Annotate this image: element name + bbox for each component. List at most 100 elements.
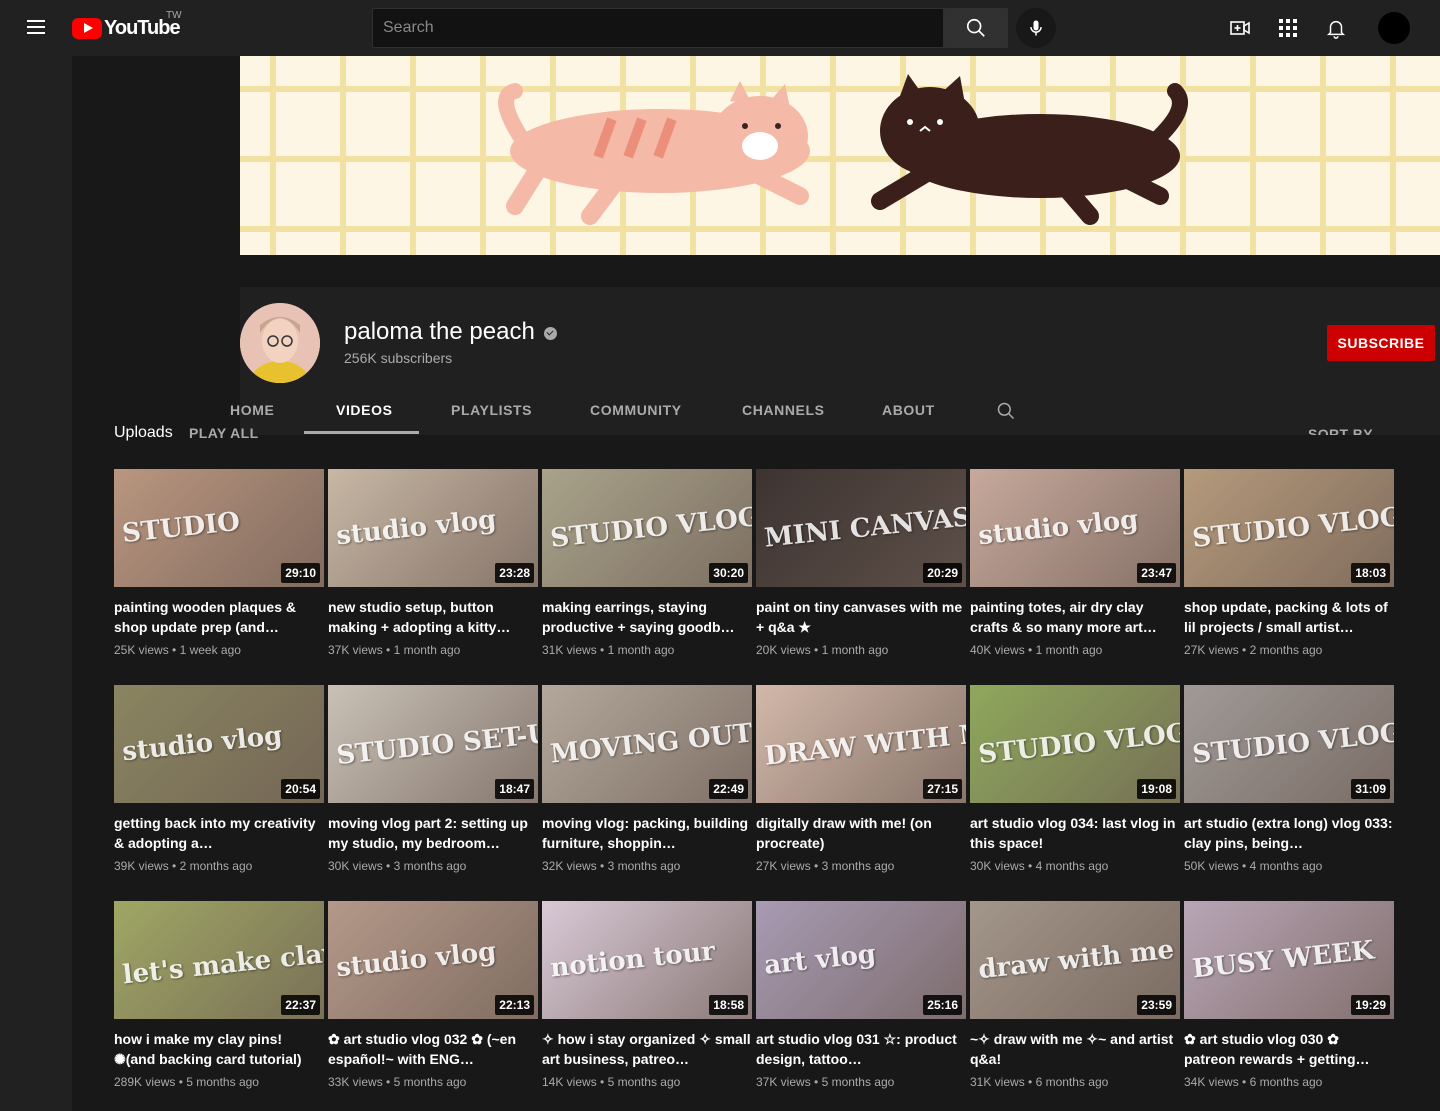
video-card[interactable]: BUSY WEEK 19:29 ✿ art studio vlog 030 ✿ … xyxy=(1184,901,1394,1089)
video-thumbnail[interactable]: let's make clay pins! 22:37 xyxy=(114,901,324,1019)
video-card[interactable]: STUDIO VLOG 19:08 art studio vlog 034: l… xyxy=(970,685,1180,873)
video-card[interactable]: STUDIO VLOG 18:03 shop update, packing &… xyxy=(1184,469,1394,657)
video-title[interactable]: ✿ art studio vlog 030 ✿ patreon rewards … xyxy=(1184,1029,1394,1069)
video-title[interactable]: moving vlog: packing, building furniture… xyxy=(542,813,752,853)
video-duration: 18:03 xyxy=(1351,563,1390,583)
video-duration: 19:08 xyxy=(1137,779,1176,799)
video-card[interactable]: studio vlog 23:47 painting totes, air dr… xyxy=(970,469,1180,657)
video-card[interactable]: studio vlog 22:13 ✿ art studio vlog 032 … xyxy=(328,901,538,1089)
video-title[interactable]: paint on tiny canvases with me + q&a ★ xyxy=(756,597,966,637)
video-title[interactable]: getting back into my creativity & adopti… xyxy=(114,813,324,853)
video-thumbnail[interactable]: DRAW WITH ME 27:15 xyxy=(756,685,966,803)
video-title[interactable]: new studio setup, button making + adopti… xyxy=(328,597,538,637)
video-card[interactable]: studio vlog 20:54 getting back into my c… xyxy=(114,685,324,873)
video-title[interactable]: art studio vlog 034: last vlog in this s… xyxy=(970,813,1180,853)
youtube-logo[interactable]: YouTube xyxy=(72,17,181,39)
video-title[interactable]: moving vlog part 2: setting up my studio… xyxy=(328,813,538,853)
video-card[interactable]: DRAW WITH ME 27:15 digitally draw with m… xyxy=(756,685,966,873)
video-card[interactable]: STUDIO 29:10 painting wooden plaques & s… xyxy=(114,469,324,657)
thumbnail-text: STUDIO VLOG xyxy=(977,718,1180,770)
account-avatar[interactable] xyxy=(1378,12,1410,44)
video-thumbnail[interactable]: notion tour 18:58 xyxy=(542,901,752,1019)
video-thumbnail[interactable]: MOVING OUT 22:49 xyxy=(542,685,752,803)
video-title[interactable]: art studio vlog 031 ☆: product design, t… xyxy=(756,1029,966,1069)
video-title[interactable]: ✧ how i stay organized ✧ small art busin… xyxy=(542,1029,752,1069)
video-card[interactable]: studio vlog 23:28 new studio setup, butt… xyxy=(328,469,538,657)
video-title[interactable]: ✿ art studio vlog 032 ✿ (~en español!~ w… xyxy=(328,1029,538,1069)
video-thumbnail[interactable]: art vlog 25:16 xyxy=(756,901,966,1019)
video-thumbnail[interactable]: studio vlog 20:54 xyxy=(114,685,324,803)
video-thumbnail[interactable]: STUDIO VLOG 18:03 xyxy=(1184,469,1394,587)
video-title[interactable]: ~✧ draw with me ✧~ and artist q&a! xyxy=(970,1029,1180,1069)
video-meta: 20K views • 1 month ago xyxy=(756,643,889,657)
search-button[interactable] xyxy=(944,8,1008,48)
play-all-button[interactable]: PLAY ALL xyxy=(189,425,259,441)
video-thumbnail[interactable]: studio vlog 23:28 xyxy=(328,469,538,587)
create-video-icon[interactable] xyxy=(1228,16,1252,40)
video-thumbnail[interactable]: STUDIO SET-UP 18:47 xyxy=(328,685,538,803)
video-thumbnail[interactable]: STUDIO 29:10 xyxy=(114,469,324,587)
tab-community[interactable]: COMMUNITY xyxy=(590,402,682,418)
tab-playlists[interactable]: PLAYLISTS xyxy=(451,402,532,418)
view-count: 14K views xyxy=(542,1075,597,1089)
thumbnail-text: STUDIO VLOG xyxy=(1191,502,1394,554)
thumbnail-text: art vlog xyxy=(762,939,878,981)
subscribe-button[interactable]: SUBSCRIBE xyxy=(1327,325,1435,361)
active-tab-indicator xyxy=(304,431,419,434)
channel-search-icon[interactable] xyxy=(996,401,1016,421)
video-card[interactable]: STUDIO VLOG 30:20 making earrings, stayi… xyxy=(542,469,752,657)
video-thumbnail[interactable]: studio vlog 23:47 xyxy=(970,469,1180,587)
tab-home[interactable]: HOME xyxy=(230,402,274,418)
video-card[interactable]: MINI CANVAS 20:29 paint on tiny canvases… xyxy=(756,469,966,657)
view-count: 31K views xyxy=(970,1075,1025,1089)
video-card[interactable]: draw with me 23:59 ~✧ draw with me ✧~ an… xyxy=(970,901,1180,1089)
channel-avatar[interactable] xyxy=(240,303,320,383)
video-card[interactable]: STUDIO VLOG 31:09 art studio (extra long… xyxy=(1184,685,1394,873)
upload-age: 2 months ago xyxy=(179,859,253,873)
menu-icon[interactable] xyxy=(24,16,48,40)
tab-channels[interactable]: CHANNELS xyxy=(742,402,825,418)
tab-about[interactable]: ABOUT xyxy=(882,402,935,418)
channel-name: paloma the peach xyxy=(344,318,535,345)
video-title[interactable]: how i make my clay pins! ✺(and backing c… xyxy=(114,1029,324,1069)
upload-age: 6 months ago xyxy=(1249,1075,1323,1089)
thumbnail-text: STUDIO xyxy=(120,506,242,550)
video-thumbnail[interactable]: STUDIO VLOG 31:09 xyxy=(1184,685,1394,803)
upload-age: 1 month ago xyxy=(393,643,461,657)
apps-icon[interactable] xyxy=(1276,16,1300,40)
video-thumbnail[interactable]: STUDIO VLOG 30:20 xyxy=(542,469,752,587)
video-thumbnail[interactable]: BUSY WEEK 19:29 xyxy=(1184,901,1394,1019)
video-card[interactable]: STUDIO SET-UP 18:47 moving vlog part 2: … xyxy=(328,685,538,873)
video-card[interactable]: notion tour 18:58 ✧ how i stay organized… xyxy=(542,901,752,1089)
upload-age: 4 months ago xyxy=(1249,859,1323,873)
video-card[interactable]: MOVING OUT 22:49 moving vlog: packing, b… xyxy=(542,685,752,873)
video-title[interactable]: shop update, packing & lots of lil proje… xyxy=(1184,597,1394,637)
video-duration: 31:09 xyxy=(1351,779,1390,799)
video-thumbnail[interactable]: studio vlog 22:13 xyxy=(328,901,538,1019)
voice-search-button[interactable] xyxy=(1016,8,1056,48)
notifications-icon[interactable] xyxy=(1324,16,1348,40)
video-thumbnail[interactable]: MINI CANVAS 20:29 xyxy=(756,469,966,587)
video-card[interactable]: art vlog 25:16 art studio vlog 031 ☆: pr… xyxy=(756,901,966,1089)
tab-videos[interactable]: VIDEOS xyxy=(336,402,393,418)
video-title[interactable]: painting totes, air dry clay crafts & so… xyxy=(970,597,1180,637)
video-title[interactable]: digitally draw with me! (on procreate) xyxy=(756,813,966,853)
banner-spacer xyxy=(240,255,1440,287)
view-count: 27K views xyxy=(756,859,811,873)
view-count: 27K views xyxy=(1184,643,1239,657)
video-title[interactable]: making earrings, staying productive + sa… xyxy=(542,597,752,637)
video-duration: 19:29 xyxy=(1351,995,1390,1015)
uploads-heading: Uploads xyxy=(114,424,173,441)
search-input[interactable] xyxy=(372,8,944,48)
video-thumbnail[interactable]: STUDIO VLOG 19:08 xyxy=(970,685,1180,803)
video-meta: 27K views • 3 months ago xyxy=(756,859,895,873)
sort-by-button[interactable]: SORT BY xyxy=(1308,426,1373,435)
thumbnail-text: MINI CANVAS xyxy=(763,502,966,554)
mic-icon xyxy=(1030,20,1042,36)
video-duration: 18:47 xyxy=(495,779,534,799)
video-title[interactable]: art studio (extra long) vlog 033: clay p… xyxy=(1184,813,1394,853)
video-card[interactable]: let's make clay pins! 22:37 how i make m… xyxy=(114,901,324,1089)
video-title[interactable]: painting wooden plaques & shop update pr… xyxy=(114,597,324,637)
video-duration: 29:10 xyxy=(281,563,320,583)
video-thumbnail[interactable]: draw with me 23:59 xyxy=(970,901,1180,1019)
